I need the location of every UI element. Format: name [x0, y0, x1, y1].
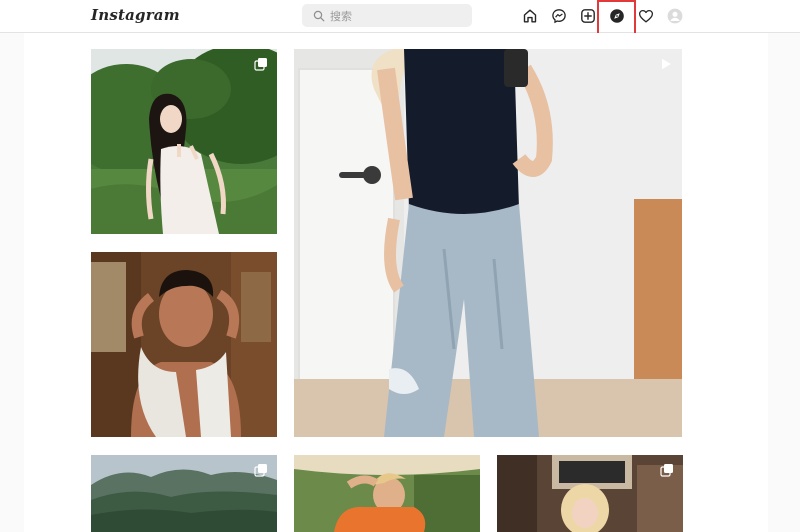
post-image: [294, 49, 682, 437]
search-icon: [313, 10, 325, 22]
explore-grid: [24, 33, 768, 532]
messenger-icon[interactable]: [550, 7, 567, 24]
reel-play-icon: [659, 57, 673, 71]
top-navigation-bar: Instagram 搜索: [0, 0, 800, 38]
post-image: [91, 49, 277, 234]
post-man-towel[interactable]: [91, 252, 277, 437]
post-woman-white-dress[interactable]: [91, 49, 277, 234]
post-image: [294, 455, 480, 532]
post-mountains[interactable]: [91, 455, 277, 532]
instagram-logo[interactable]: Instagram: [91, 6, 180, 24]
multi-photo-icon: [660, 463, 674, 477]
search-input[interactable]: 搜索: [302, 4, 472, 27]
post-image: [497, 455, 683, 532]
activity-heart-icon[interactable]: [637, 7, 654, 24]
multi-photo-icon: [254, 57, 268, 71]
new-post-icon[interactable]: [579, 7, 596, 24]
post-image: [91, 455, 277, 532]
search-placeholder: 搜索: [330, 10, 352, 23]
post-woman-orange-shirt[interactable]: [294, 455, 480, 532]
post-blonde-woman-sign[interactable]: [497, 455, 683, 532]
post-image: [91, 252, 277, 437]
profile-avatar-icon[interactable]: [666, 7, 683, 24]
multi-photo-icon: [254, 463, 268, 477]
reel-woman-mirror-selfie[interactable]: [294, 49, 682, 437]
home-icon[interactable]: [521, 7, 538, 24]
